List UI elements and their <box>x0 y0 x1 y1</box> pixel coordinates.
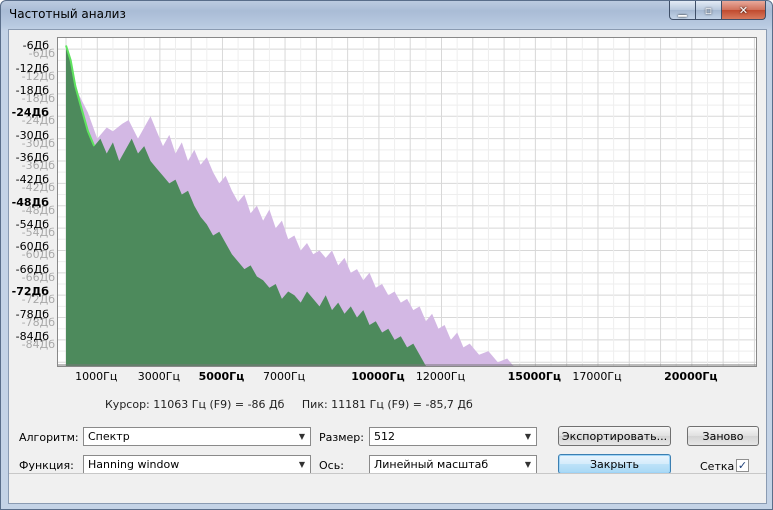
function-select[interactable]: Hanning window ▼ <box>83 455 311 474</box>
window-title: Частотный анализ <box>9 7 126 21</box>
status-separator <box>9 473 766 474</box>
x-tick-label: 15000Гц <box>507 370 562 383</box>
function-value: Hanning window <box>88 458 180 471</box>
close-window-button[interactable]: ✕ <box>722 1 766 20</box>
grid-label: Сетка <box>700 460 735 473</box>
close-icon: ✕ <box>738 3 749 17</box>
x-tick-label: 1000Гц <box>75 370 118 383</box>
maximize-icon: ▫ <box>704 3 713 17</box>
x-tick-label: 7000Гц <box>262 370 306 383</box>
chevron-down-icon: ▼ <box>298 432 306 441</box>
axis-label: Ось: <box>319 459 344 472</box>
y-tick-label: -12Дб <box>15 61 49 75</box>
axis-value: Линейный масштаб <box>374 458 489 471</box>
chevron-down-icon: ▼ <box>298 460 306 469</box>
grid-checkbox[interactable]: ✓ <box>736 459 749 472</box>
y-tick-label: -78Дб <box>15 307 49 321</box>
y-tick-label: -30Дб <box>15 128 49 142</box>
y-tick-label: -48Дб <box>11 195 49 209</box>
algorithm-value: Спектр <box>88 430 130 443</box>
y-tick-label: -42Дб <box>15 173 49 187</box>
size-select[interactable]: 512 ▼ <box>369 427 537 446</box>
y-tick-label: -36Дб <box>15 151 49 164</box>
y-tick-label: -24Дб <box>11 106 49 120</box>
chevron-down-icon: ▼ <box>524 432 532 441</box>
export-button[interactable]: Экспортировать... <box>558 426 671 446</box>
peak-readout: Пик: 11181 Гц (F9) = -85,7 Дб <box>301 398 473 411</box>
y-tick-label: -72Дб <box>11 285 49 299</box>
minimize-icon: ▁ <box>678 3 687 17</box>
spectrum-plot[interactable] <box>57 37 757 367</box>
size-value: 512 <box>374 430 395 443</box>
close-button[interactable]: Закрыть <box>558 454 671 474</box>
spectrum-svg <box>58 38 756 366</box>
window-controls: ▁ ▫ ✕ <box>669 1 766 21</box>
y-tick-label: -66Дб <box>15 262 49 276</box>
cursor-readout: Курсор: 11063 Гц (F9) = -86 Дб <box>105 398 285 411</box>
reset-button[interactable]: Заново <box>687 426 759 446</box>
algorithm-label: Алгоритм: <box>19 431 79 444</box>
y-tick-label: -6Дб <box>22 39 49 53</box>
x-tick-label: 10000Гц <box>351 370 405 383</box>
x-tick-label: 3000Гц <box>137 370 180 383</box>
axis-select[interactable]: Линейный масштаб ▼ <box>369 455 537 474</box>
y-tick-label: -84Дб <box>15 329 49 343</box>
frequency-analysis-window: Частотный анализ ▁ ▫ ✕ -6Дб -6Дб -12Дб -12Д… <box>0 0 773 510</box>
maximize-button[interactable]: ▫ <box>696 1 722 20</box>
title-bar[interactable]: Частотный анализ ▁ ▫ ✕ <box>1 1 772 29</box>
dialog-client-area: -6Дб -6Дб -12Дб -12Дб -18Дб -18Дб -24Дб -24Дб -3… <box>8 29 767 504</box>
y-tick-label: -60Дб <box>15 240 49 254</box>
algorithm-select[interactable]: Спектр ▼ <box>83 427 311 446</box>
size-label: Размер: <box>319 431 364 444</box>
y-tick-label: -54Дб <box>15 218 49 232</box>
minimize-button[interactable]: ▁ <box>669 1 696 20</box>
x-tick-label: 17000Гц <box>572 370 622 383</box>
x-tick-label: 20000Гц <box>664 370 718 383</box>
function-label: Функция: <box>19 459 74 472</box>
x-tick-label: 12000Гц <box>415 370 466 383</box>
status-row: Курсор: 11063 Гц (F9) = -86 Дб Пик: 1118… <box>105 398 473 411</box>
y-tick-label: -18Дб <box>15 83 49 97</box>
chevron-down-icon: ▼ <box>524 460 532 469</box>
x-tick-label: 5000Гц <box>198 370 245 383</box>
